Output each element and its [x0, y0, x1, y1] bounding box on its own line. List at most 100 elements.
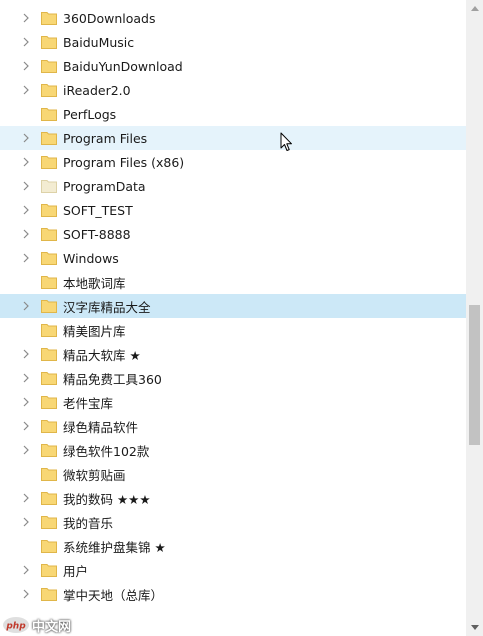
- chevron-right-icon[interactable]: [20, 54, 32, 78]
- tree-item-label: SOFT-8888: [63, 226, 131, 242]
- tree-item[interactable]: 绿色精品软件: [0, 414, 466, 438]
- tree-item[interactable]: 汉字库精品大全: [0, 294, 466, 318]
- tree-item[interactable]: 精品免费工具360: [0, 366, 466, 390]
- folder-icon: [41, 12, 57, 25]
- folder-icon: [41, 348, 57, 361]
- tree-item[interactable]: 微软剪贴画: [0, 462, 466, 486]
- tree-item-label: 精品大软库 ★: [63, 347, 141, 363]
- tree-item[interactable]: 掌中天地（总库）: [0, 582, 466, 606]
- tree-item[interactable]: 绿色软件102款: [0, 438, 466, 462]
- tree-item-label: 用户: [63, 563, 89, 579]
- tree-item-label: 绿色软件102款: [63, 443, 150, 459]
- tree-item-label: 微软剪贴画: [63, 467, 126, 483]
- scroll-down-button[interactable]: [466, 619, 483, 636]
- chevron-right-icon[interactable]: [20, 486, 32, 510]
- folder-icon: [41, 60, 57, 73]
- tree-item[interactable]: 360Downloads: [0, 6, 466, 30]
- folder-icon: [41, 324, 57, 337]
- tree-item-label: 系统维护盘集锦 ★: [63, 539, 166, 555]
- tree-item[interactable]: 用户: [0, 558, 466, 582]
- tree-item[interactable]: ProgramData: [0, 174, 466, 198]
- tree-item-label: 360Downloads: [63, 10, 156, 26]
- chevron-right-icon[interactable]: [20, 582, 32, 606]
- tree-item[interactable]: 我的音乐: [0, 510, 466, 534]
- mouse-cursor-icon: [280, 132, 292, 151]
- tree-item-label: SOFT_TEST: [63, 202, 133, 218]
- tree-item-label: 精品免费工具360: [63, 371, 162, 387]
- tree-item[interactable]: PerfLogs: [0, 102, 466, 126]
- tree-item-label: iReader2.0: [63, 82, 131, 98]
- tree-item[interactable]: iReader2.0: [0, 78, 466, 102]
- tree-item-label: Windows: [63, 250, 119, 266]
- folder-icon: [41, 108, 57, 121]
- folder-icon: [41, 468, 57, 481]
- tree-item-label: 掌中天地（总库）: [63, 587, 164, 603]
- folder-icon: [41, 84, 57, 97]
- folder-icon: [41, 156, 57, 169]
- chevron-right-icon[interactable]: [20, 414, 32, 438]
- chevron-right-icon[interactable]: [20, 78, 32, 102]
- triangle-up-icon: [470, 6, 479, 11]
- chevron-right-icon[interactable]: [20, 150, 32, 174]
- folder-icon: [41, 564, 57, 577]
- tree-item[interactable]: 系统维护盘集锦 ★: [0, 534, 466, 558]
- chevron-right-icon[interactable]: [20, 126, 32, 150]
- tree-item[interactable]: SOFT_TEST: [0, 198, 466, 222]
- tree-item-label: 我的数码 ★★★: [63, 491, 151, 507]
- folder-icon: [41, 588, 57, 601]
- folder-icon: [41, 204, 57, 217]
- folder-icon: [41, 492, 57, 505]
- folder-icon: [41, 300, 57, 313]
- chevron-right-icon[interactable]: [20, 198, 32, 222]
- tree-item-label: 汉字库精品大全: [63, 299, 151, 315]
- vertical-scrollbar[interactable]: [466, 0, 483, 636]
- folder-icon: [41, 516, 57, 529]
- php-logo-icon: php: [3, 617, 29, 633]
- folder-icon: [41, 420, 57, 433]
- chevron-right-icon[interactable]: [20, 390, 32, 414]
- chevron-right-icon[interactable]: [20, 294, 32, 318]
- folder-icon: [41, 132, 57, 145]
- folder-icon: [41, 36, 57, 49]
- tree-item[interactable]: 精品大软库 ★: [0, 342, 466, 366]
- folder-icon: [41, 372, 57, 385]
- tree-item[interactable]: BaiduYunDownload: [0, 54, 466, 78]
- chevron-right-icon[interactable]: [20, 438, 32, 462]
- folder-icon: [41, 540, 57, 553]
- svg-text:php: php: [5, 622, 26, 632]
- tree-item[interactable]: Program Files (x86): [0, 150, 466, 174]
- tree-item-label: ProgramData: [63, 178, 146, 194]
- tree-item-label: Program Files: [63, 130, 148, 146]
- chevron-right-icon[interactable]: [20, 342, 32, 366]
- tree-item[interactable]: Windows: [0, 246, 466, 270]
- folder-tree[interactable]: 360Downloads BaiduMusic BaiduYunDownload iR…: [0, 0, 466, 636]
- chevron-right-icon[interactable]: [20, 246, 32, 270]
- tree-item-label: 精美图片库: [63, 323, 126, 339]
- watermark-text: 中文网: [32, 619, 72, 635]
- triangle-down-icon: [470, 625, 479, 630]
- tree-item[interactable]: SOFT-8888: [0, 222, 466, 246]
- tree-item-label: 老件宝库: [63, 395, 114, 411]
- chevron-right-icon[interactable]: [20, 510, 32, 534]
- chevron-right-icon[interactable]: [20, 174, 32, 198]
- scrollbar-thumb[interactable]: [469, 305, 480, 445]
- folder-icon: [41, 228, 57, 241]
- tree-item[interactable]: 本地歌词库: [0, 270, 466, 294]
- chevron-right-icon[interactable]: [20, 366, 32, 390]
- tree-item[interactable]: 我的数码 ★★★: [0, 486, 466, 510]
- tree-item-label: BaiduMusic: [63, 34, 135, 50]
- tree-item[interactable]: BaiduMusic: [0, 30, 466, 54]
- chevron-right-icon[interactable]: [20, 6, 32, 30]
- tree-item[interactable]: 老件宝库: [0, 390, 466, 414]
- chevron-right-icon[interactable]: [20, 558, 32, 582]
- scroll-up-button[interactable]: [466, 0, 483, 17]
- tree-item[interactable]: 精美图片库: [0, 318, 466, 342]
- chevron-right-icon[interactable]: [20, 30, 32, 54]
- tree-item[interactable]: Program Files: [0, 126, 466, 150]
- chevron-right-icon[interactable]: [20, 222, 32, 246]
